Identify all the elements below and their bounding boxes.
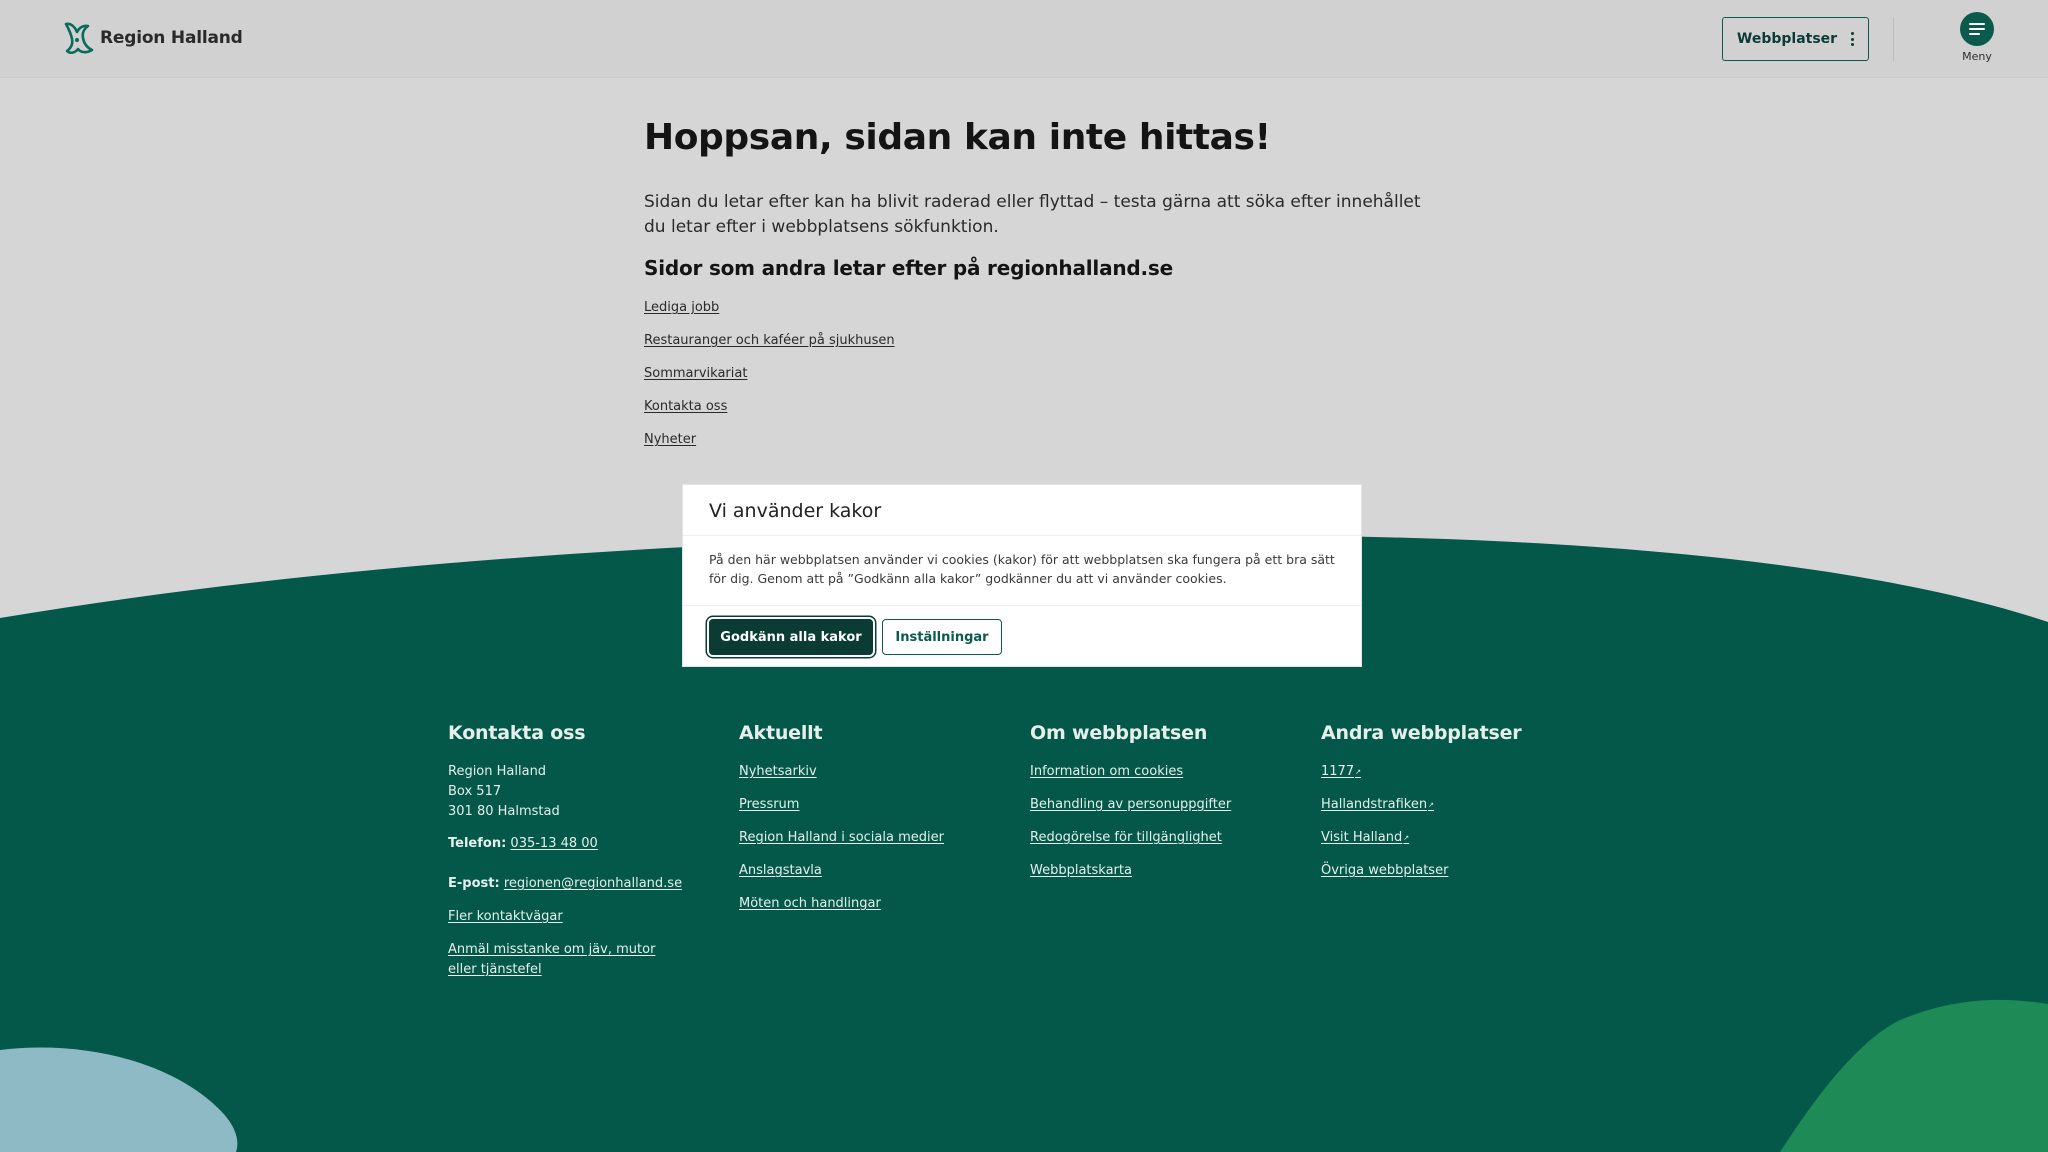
footer-news-heading: Aktuellt [739, 722, 823, 744]
cookie-consent-dialog: Vi använder kakor På den här webbplatsen… [682, 484, 1362, 667]
list-item: Hallandstrafiken [1321, 795, 1571, 828]
accept-all-cookies-button[interactable]: Godkänn alla kakor [709, 619, 873, 655]
link-anslagstavla[interactable]: Anslagstavla [739, 861, 989, 881]
footer-email-row: E-post: regionen@regionhalland.se [448, 874, 698, 894]
list-item: Lediga jobb [644, 296, 1444, 329]
link-fler-kontaktvagar[interactable]: Fler kontaktvägar [448, 907, 698, 927]
list-item: Behandling av personuppgifter [1030, 795, 1280, 828]
hamburger-icon [1960, 12, 1994, 46]
list-item: Anslagstavla [739, 861, 989, 894]
link-sommarvikariat[interactable]: Sommarvikariat [644, 366, 747, 381]
link-anmal-misstanke[interactable]: Anmäl misstanke om jäv, mutor eller tjän… [448, 940, 688, 980]
footer-news-column: Aktuellt Nyhetsarkiv Pressrum Region Hal… [739, 722, 989, 927]
footer-org-name: Region Halland [448, 764, 547, 779]
list-item: Restauranger och kaféer på sjukhusen [644, 329, 1444, 362]
footer-city: 301 80 Halmstad [448, 804, 560, 819]
list-item: Visit Halland [1321, 828, 1571, 861]
footer-about-column: Om webbplatsen Information om cookies Be… [1030, 722, 1280, 894]
footer-box: Box 517 [448, 784, 502, 799]
link-tillganglighet[interactable]: Redogörelse för tillgänglighet [1030, 828, 1280, 848]
list-item: Sommarvikariat [644, 362, 1444, 395]
list-item: Anmäl misstanke om jäv, mutor eller tjän… [448, 940, 688, 980]
link-hallandstrafiken[interactable]: Hallandstrafiken [1321, 795, 1571, 815]
cookie-dialog-body: På den här webbplatsen använder vi cooki… [683, 536, 1361, 606]
kebab-menu-icon [1851, 32, 1855, 46]
phone-link[interactable]: 035-13 48 00 [510, 836, 597, 851]
region-halland-logo-icon [64, 22, 94, 55]
link-sociala-medier[interactable]: Region Halland i sociala medier [739, 828, 989, 848]
list-item: Nyhetsarkiv [739, 762, 989, 795]
list-item: Övriga webbplatser [1321, 861, 1571, 894]
list-item: 1177 [1321, 762, 1571, 795]
cookie-dialog-title: Vi använder kakor [709, 500, 882, 522]
link-nyheter[interactable]: Nyheter [644, 432, 696, 447]
footer-other-sites-column: Andra webbplatser 1177 Hallandstrafiken … [1321, 722, 1571, 894]
link-information-om-cookies[interactable]: Information om cookies [1030, 762, 1280, 782]
footer-phone-row: Telefon: 035-13 48 00 [448, 834, 698, 854]
site-header: Region Halland Webbplatser Meny [0, 0, 2048, 78]
footer-contact-column: Kontakta oss Region Halland Box 517 301 … [448, 722, 698, 980]
link-visit-halland[interactable]: Visit Halland [1321, 828, 1571, 848]
list-item: Webbplatskarta [1030, 861, 1280, 894]
list-item: Fler kontaktvägar [448, 907, 698, 940]
link-pressrum[interactable]: Pressrum [739, 795, 989, 815]
main-content: Hoppsan, sidan kan inte hittas! Sidan du… [644, 112, 1444, 461]
link-webbplatskarta[interactable]: Webbplatskarta [1030, 861, 1280, 881]
region-halland-logo[interactable]: Region Halland [62, 20, 243, 56]
phone-label: Telefon: [448, 836, 507, 851]
webbplatser-label: Webbplatser [1736, 31, 1838, 47]
list-item: Möten och handlingar [739, 894, 989, 927]
email-label: E-post: [448, 876, 500, 891]
list-item: Kontakta oss [644, 395, 1444, 428]
cookie-dialog-header: Vi använder kakor [683, 485, 1361, 536]
link-1177[interactable]: 1177 [1321, 762, 1571, 782]
footer-contact-heading: Kontakta oss [448, 722, 586, 744]
footer-other-heading: Andra webbplatser [1321, 722, 1522, 744]
footer-about-heading: Om webbplatsen [1030, 722, 1208, 744]
header-divider [1893, 17, 1894, 61]
list-item: Nyheter [644, 428, 1444, 461]
logo-text: Region Halland [100, 28, 243, 48]
cookie-settings-button[interactable]: Inställningar [882, 619, 1002, 655]
list-item: Information om cookies [1030, 762, 1280, 795]
error-description: Sidan du letar efter kan ha blivit rader… [644, 192, 1421, 237]
link-lediga-jobb[interactable]: Lediga jobb [644, 300, 719, 315]
menu-label: Meny [1962, 50, 1992, 63]
link-nyhetsarkiv[interactable]: Nyhetsarkiv [739, 762, 989, 782]
cookie-dialog-actions: Godkänn alla kakor Inställningar [683, 606, 1361, 655]
email-link[interactable]: regionen@regionhalland.se [504, 876, 682, 891]
popular-pages-list: Lediga jobb Restauranger och kaféer på s… [644, 296, 1444, 461]
list-item: Pressrum [739, 795, 989, 828]
popular-pages-heading: Sidor som andra letar efter på regionhal… [644, 256, 1173, 280]
link-kontakta-oss[interactable]: Kontakta oss [644, 399, 727, 414]
cookie-dialog-text: På den här webbplatsen använder vi cooki… [709, 552, 1335, 586]
webbplatser-button[interactable]: Webbplatser [1722, 17, 1869, 61]
page-title: Hoppsan, sidan kan inte hittas! [644, 117, 1271, 158]
list-item: Redogörelse för tillgänglighet [1030, 828, 1280, 861]
link-personuppgifter[interactable]: Behandling av personuppgifter [1030, 795, 1280, 815]
link-moten-och-handlingar[interactable]: Möten och handlingar [739, 894, 989, 914]
link-ovriga-webbplatser[interactable]: Övriga webbplatser [1321, 861, 1571, 881]
list-item: Region Halland i sociala medier [739, 828, 989, 861]
link-restauranger[interactable]: Restauranger och kaféer på sjukhusen [644, 333, 895, 348]
menu-button[interactable]: Meny [1948, 12, 2006, 68]
